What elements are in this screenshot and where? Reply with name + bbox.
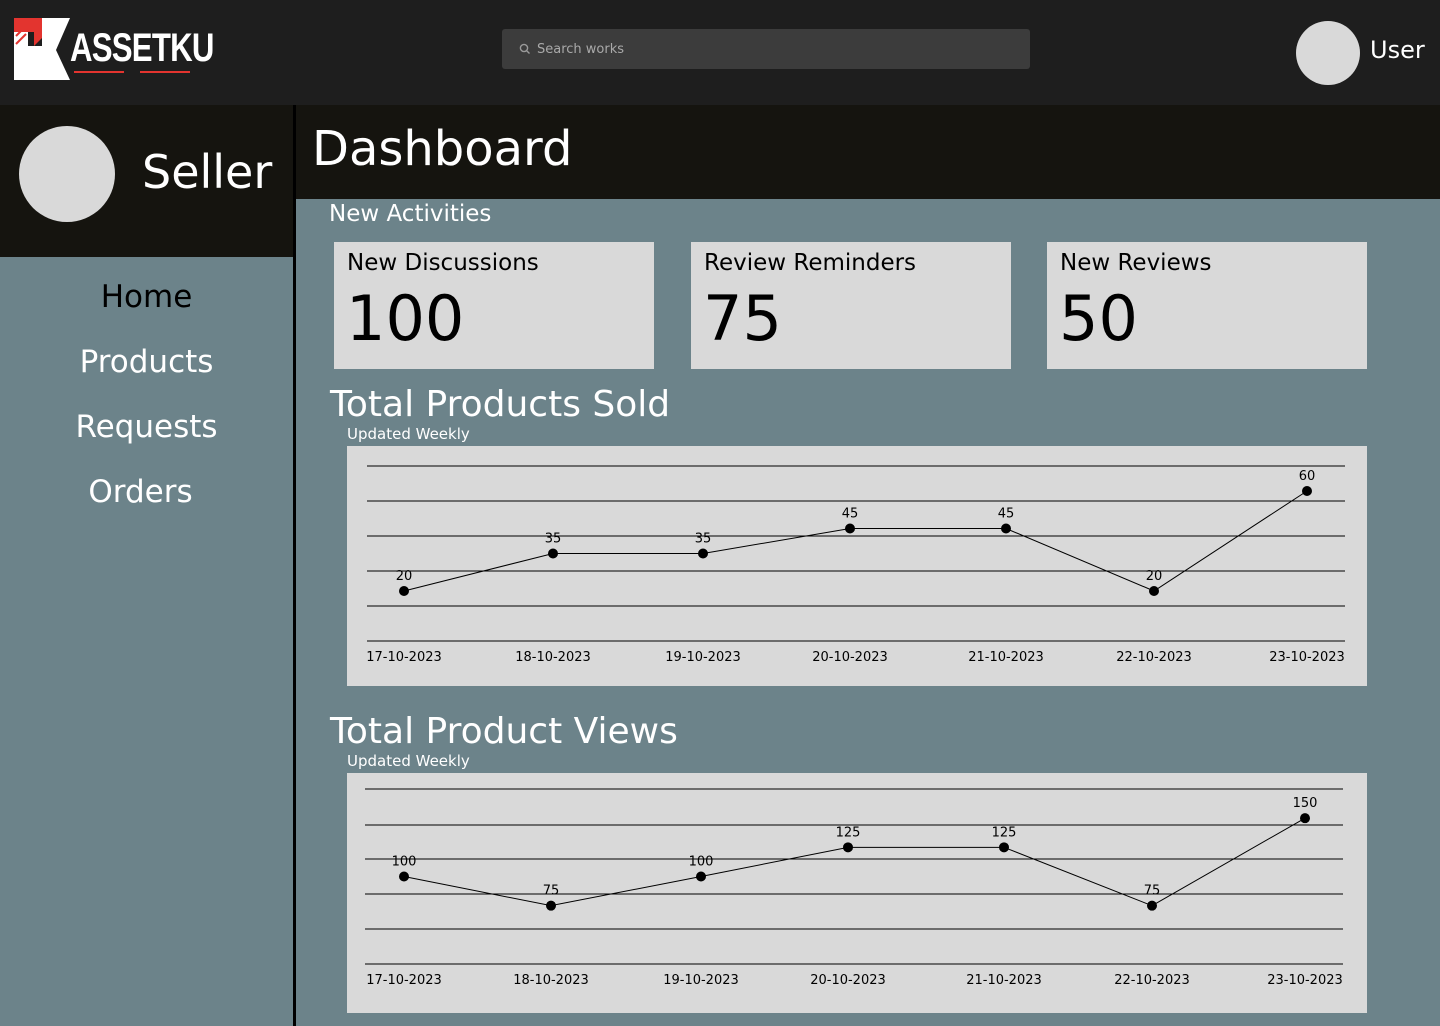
x-tick-label: 21-10-2023	[968, 650, 1044, 665]
data-point[interactable]	[546, 900, 556, 911]
x-tick-label: 23-10-2023	[1269, 650, 1345, 665]
x-tick-label: 18-10-2023	[515, 650, 591, 665]
chart-title-product-views: Total Product Views	[330, 711, 678, 752]
x-tick-label: 23-10-2023	[1267, 973, 1343, 988]
data-label: 75	[543, 884, 560, 899]
x-tick-label: 21-10-2023	[966, 973, 1042, 988]
stat-card-reminders[interactable]: Review Reminders 75	[691, 242, 1011, 369]
products-sold-chart-svg: 20 35 35 45 45 20 60 17-10-2023 18-10-2023 19-10-…	[366, 465, 1345, 665]
seller-role-label: Seller	[142, 145, 273, 199]
data-point[interactable]	[1300, 813, 1310, 824]
x-tick-label: 18-10-2023	[513, 973, 589, 988]
search-input[interactable]	[537, 29, 1017, 69]
x-tick-label: 17-10-2023	[366, 650, 442, 665]
x-tick-label: 20-10-2023	[812, 650, 888, 665]
dashboard-content: New Activities New Discussions 100 Revie…	[296, 199, 1440, 1026]
sidebar-item-requests[interactable]: Requests	[0, 409, 293, 445]
data-label: 35	[695, 532, 712, 547]
user-avatar[interactable]	[1296, 21, 1360, 85]
data-label: 45	[998, 507, 1015, 522]
x-tick-label: 17-10-2023	[366, 973, 442, 988]
data-point[interactable]	[845, 523, 855, 534]
data-point[interactable]	[1302, 486, 1312, 496]
x-tick-label: 22-10-2023	[1116, 650, 1192, 665]
chart-subtitle-product-views: Updated Weekly	[347, 752, 470, 770]
data-label: 60	[1299, 469, 1316, 484]
chart-title-products-sold: Total Products Sold	[330, 384, 671, 425]
x-tick-label: 20-10-2023	[810, 973, 886, 988]
data-label: 20	[1146, 569, 1163, 584]
stat-card-value: 75	[703, 282, 782, 355]
stat-card-title: Review Reminders	[704, 250, 917, 276]
data-label: 125	[992, 825, 1017, 840]
data-point[interactable]	[548, 548, 558, 559]
search-bar[interactable]	[502, 29, 1030, 69]
product-views-chart-svg: 100 75 100 125 125 75 150 17-10-2023 18-10-2023 1…	[365, 788, 1343, 988]
data-label: 35	[545, 532, 562, 547]
stat-card-value: 100	[346, 282, 465, 355]
data-point[interactable]	[1001, 523, 1011, 534]
stat-card-value: 50	[1059, 282, 1138, 355]
sidebar-item-orders[interactable]: Orders	[0, 474, 287, 510]
stat-card-reviews[interactable]: New Reviews 50	[1047, 242, 1367, 369]
data-point[interactable]	[843, 842, 853, 853]
data-point[interactable]	[399, 586, 409, 596]
x-tick-label: 19-10-2023	[663, 973, 739, 988]
page-header: Dashboard	[296, 105, 1440, 199]
stat-card-title: New Reviews	[1060, 250, 1212, 276]
data-label: 45	[842, 507, 859, 522]
data-point[interactable]	[1147, 900, 1157, 911]
data-point[interactable]	[698, 548, 708, 559]
stat-card-discussions[interactable]: New Discussions 100	[334, 242, 654, 369]
logo-underline-icon	[74, 71, 190, 73]
x-tick-label: 19-10-2023	[665, 650, 741, 665]
chart-subtitle-products-sold: Updated Weekly	[347, 425, 470, 443]
seller-avatar[interactable]	[19, 126, 115, 222]
sidebar-item-products[interactable]: Products	[0, 344, 293, 380]
seller-profile: Seller	[0, 105, 294, 257]
page-title: Dashboard	[312, 121, 573, 177]
data-label: 125	[836, 825, 861, 840]
data-point[interactable]	[399, 871, 409, 882]
sidebar-nav: Home Products Requests Orders	[0, 257, 293, 1026]
x-tick-label: 22-10-2023	[1114, 973, 1190, 988]
user-label[interactable]: User	[1370, 36, 1425, 64]
products-sold-chart: 20 35 35 45 45 20 60 17-10-2023 18-10-2023 19-10-…	[347, 446, 1367, 686]
data-label: 100	[392, 855, 417, 870]
top-bar: ASSETKU User	[0, 0, 1440, 105]
data-label: 75	[1144, 884, 1161, 899]
data-point[interactable]	[696, 871, 706, 882]
data-label: 150	[1293, 796, 1318, 811]
stat-card-title: New Discussions	[347, 250, 539, 276]
data-label: 20	[396, 569, 413, 584]
new-activities-label: New Activities	[329, 201, 492, 227]
kassetku-logo[interactable]: ASSETKU	[12, 16, 214, 84]
product-views-chart: 100 75 100 125 125 75 150 17-10-2023 18-10-2023 1…	[347, 773, 1367, 1013]
data-label: 100	[689, 855, 714, 870]
sidebar-item-home[interactable]: Home	[0, 279, 293, 315]
data-point[interactable]	[999, 842, 1009, 853]
data-point[interactable]	[1149, 586, 1159, 596]
search-icon	[519, 43, 530, 54]
